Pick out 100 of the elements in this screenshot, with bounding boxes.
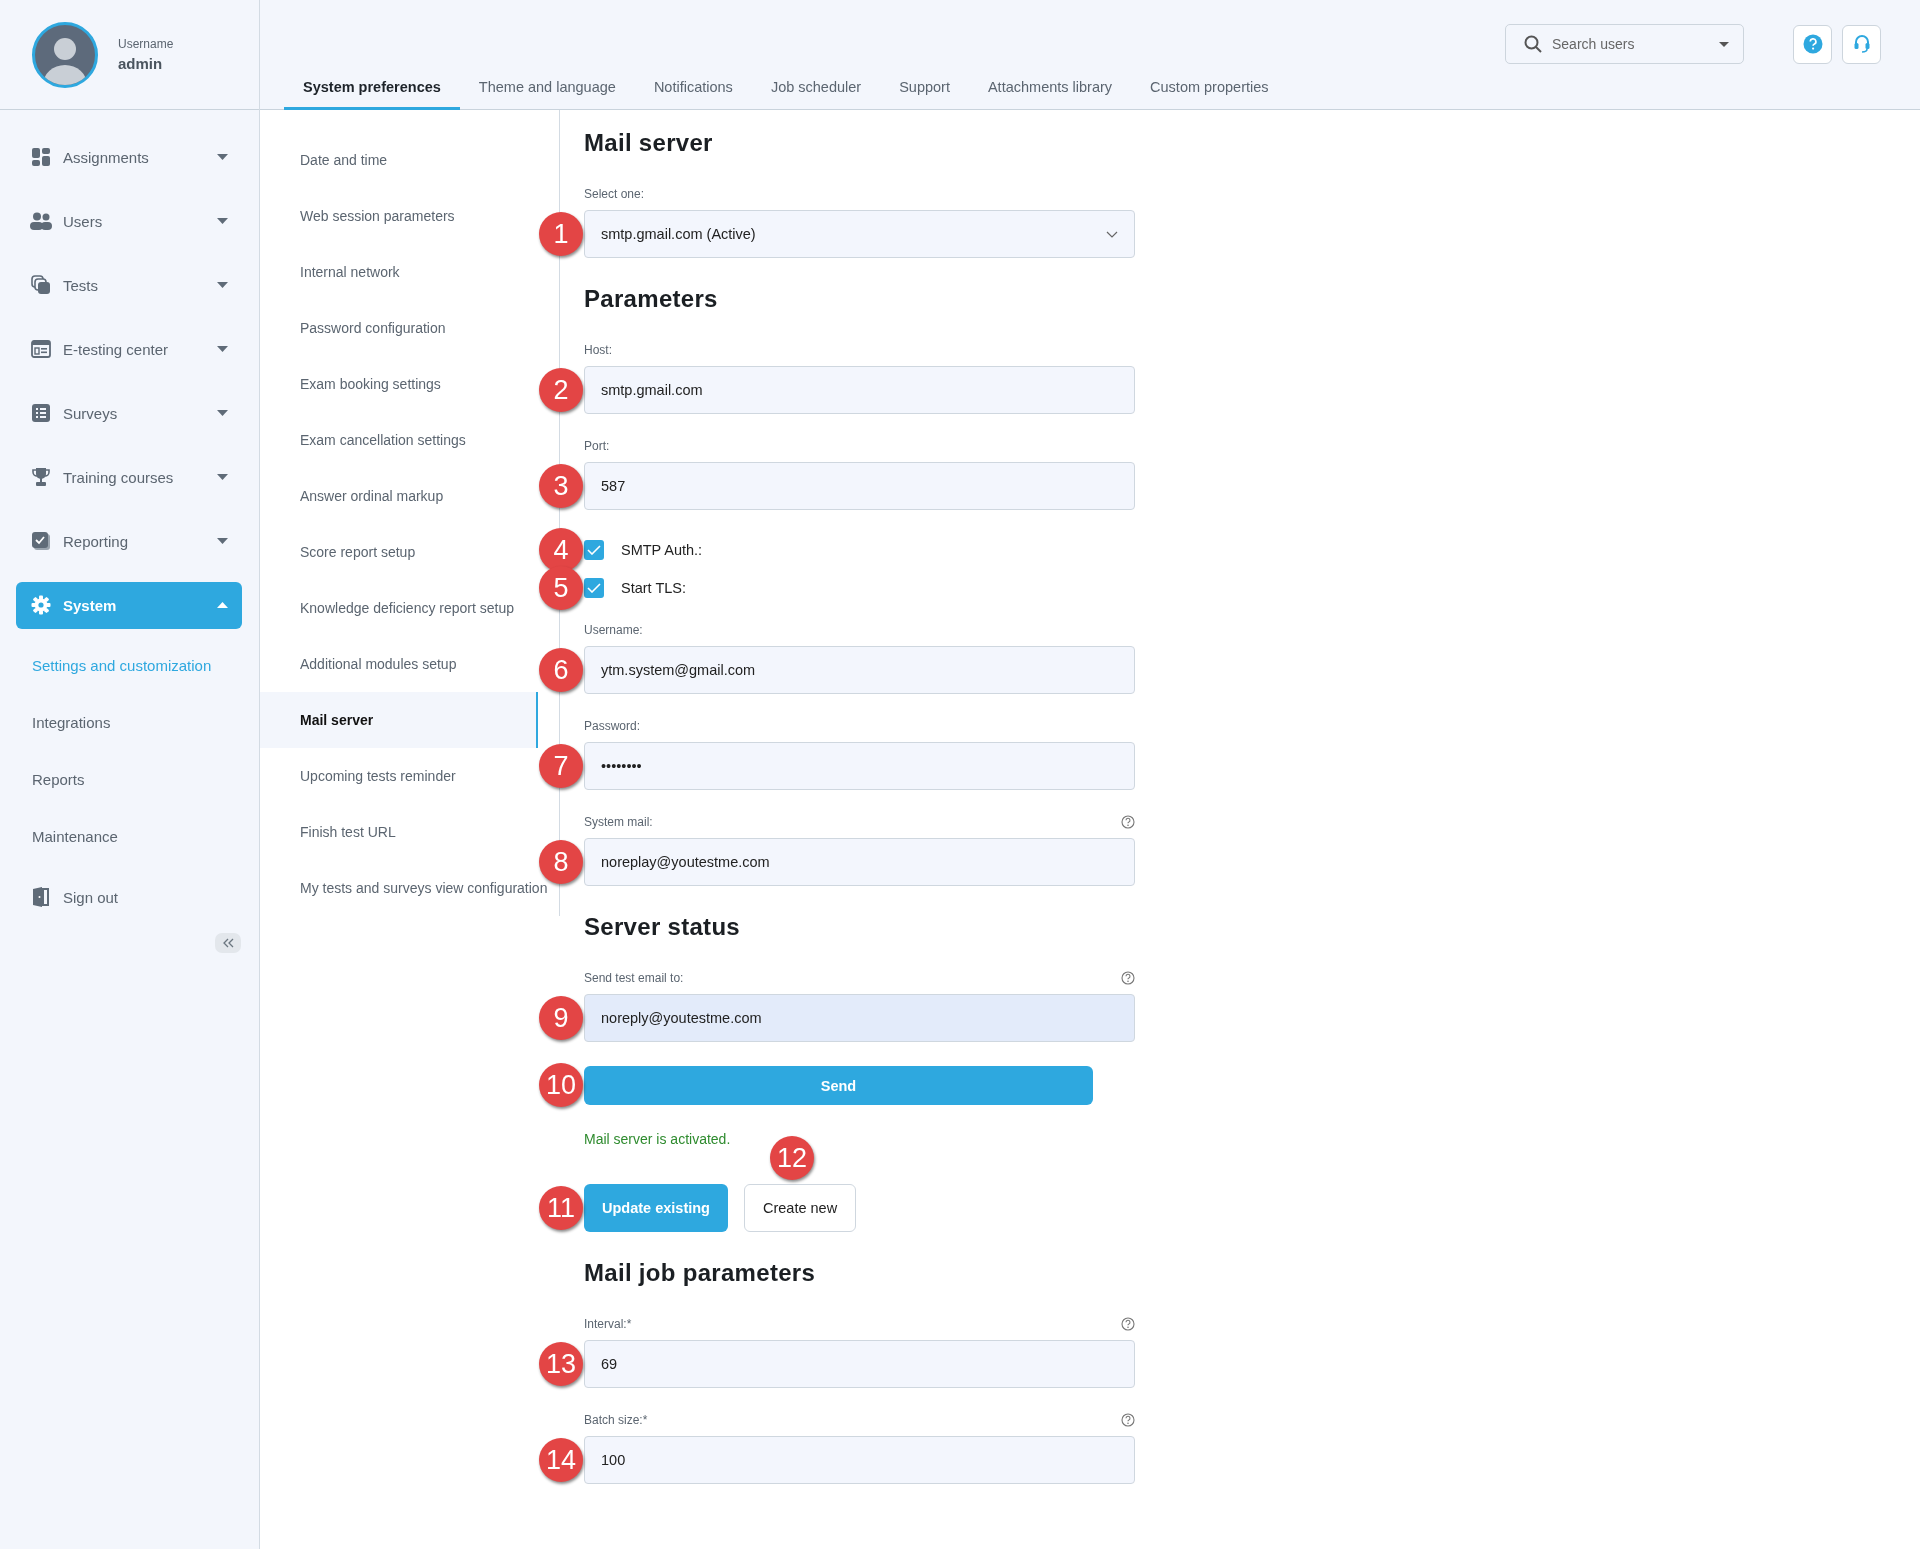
nav-item[interactable]: Tests [16, 261, 242, 309]
input-field[interactable]: •••••••• [584, 742, 1135, 790]
input-field[interactable]: 587 [584, 462, 1135, 510]
field-label: Interval:* [584, 1317, 632, 1331]
chevron-down-icon [1106, 230, 1118, 238]
field-label: System mail: [584, 815, 653, 829]
support-button[interactable] [1842, 24, 1881, 64]
annotation-badge: 14 [539, 1438, 583, 1482]
annotation-badge: 11 [539, 1186, 583, 1230]
help-button[interactable] [1793, 24, 1832, 64]
annotation-badge: 9 [539, 996, 583, 1040]
tab[interactable]: Job scheduler [751, 66, 881, 110]
sign-out-link[interactable]: Sign out [16, 873, 242, 921]
annotation-badge: 7 [539, 744, 583, 788]
settings-menu-item[interactable]: Mail server [260, 692, 538, 748]
annotation-badge: 8 [539, 840, 583, 884]
checkmark-icon [587, 583, 601, 593]
settings-menu-item[interactable]: Exam booking settings [260, 356, 538, 412]
tab[interactable]: Attachments library [968, 66, 1132, 110]
input-field[interactable]: ytm.system@gmail.com [584, 646, 1135, 694]
checkbox-label: Start TLS: [621, 580, 686, 596]
settings-menu-item[interactable]: Web session parameters [260, 188, 538, 244]
tab[interactable]: Support [880, 66, 969, 110]
input-field[interactable]: 100 [584, 1436, 1135, 1484]
nav-item[interactable]: Assignments [16, 133, 242, 181]
caret-down-icon [217, 474, 228, 480]
annotation-badge: 3 [539, 464, 583, 508]
dashboard-icon [31, 147, 51, 167]
field-label: Batch size:* [584, 1413, 648, 1427]
settings-menu-item[interactable]: Additional modules setup [260, 636, 538, 692]
annotation-badge: 10 [539, 1063, 583, 1107]
settings-menu-item[interactable]: Password configuration [260, 300, 538, 356]
input-field[interactable]: smtp.gmail.com [584, 366, 1135, 414]
settings-icon [31, 595, 51, 615]
tab[interactable]: Notifications [634, 66, 752, 110]
input-field[interactable]: noreplay@youtestme.com [584, 838, 1135, 886]
settings-menu-item[interactable]: Finish test URL [260, 804, 538, 860]
input-field[interactable]: 69 [584, 1340, 1135, 1388]
tab[interactable]: Custom properties [1131, 66, 1288, 110]
caret-down-icon [1719, 41, 1729, 47]
checkbox-label: SMTP Auth.: [621, 542, 703, 558]
search-field[interactable]: Search users [1505, 24, 1744, 64]
section-heading: Mail job parameters [584, 1258, 817, 1288]
caret-down-icon [217, 346, 228, 352]
settings-menu-item[interactable]: Knowledge deficiency report setup [260, 580, 538, 636]
caret-down-icon [217, 218, 228, 224]
settings-menu-item[interactable]: Upcoming tests reminder [260, 748, 538, 804]
settings-menu-item[interactable]: Exam cancellation settings [260, 412, 538, 468]
action-button[interactable]: Create new [743, 1184, 857, 1232]
field-label: Host: [584, 343, 612, 357]
settings-menu-item[interactable]: Date and time [260, 132, 538, 188]
checkbox[interactable] [584, 578, 604, 598]
question-mark-icon [1802, 34, 1823, 54]
annotation-badge: 12 [769, 1136, 814, 1180]
nav-item[interactable]: E-testing center [16, 325, 242, 373]
section-heading: Parameters [584, 284, 719, 314]
nav-item[interactable]: Reporting [16, 517, 242, 565]
checkbox[interactable] [584, 540, 604, 560]
double-chevron-left-icon [222, 938, 234, 948]
caret-down-icon [217, 154, 228, 160]
annotation-badge: 6 [539, 648, 583, 692]
search-icon [1524, 35, 1542, 53]
help-icon[interactable] [1121, 1317, 1135, 1331]
input-field[interactable]: noreply@youtestme.com [584, 994, 1135, 1042]
field-label: Select one: [584, 187, 645, 201]
checked-document-icon [31, 531, 51, 551]
username-label: Username [118, 37, 174, 51]
id-card-icon [31, 340, 51, 358]
caret-up-icon [217, 602, 228, 608]
field-label: Port: [584, 439, 610, 453]
nav-item[interactable]: Surveys [16, 389, 242, 437]
caret-down-icon [217, 282, 228, 288]
help-icon[interactable] [1121, 815, 1135, 829]
tab[interactable]: Theme and language [459, 66, 635, 110]
select-dropdown[interactable]: smtp.gmail.com (Active) [584, 210, 1135, 258]
caret-down-icon [217, 538, 228, 544]
nav-item[interactable]: Users [16, 197, 242, 245]
tab[interactable]: System preferences [284, 66, 460, 110]
field-label: Username: [584, 623, 643, 637]
settings-menu-item[interactable]: Score report setup [260, 524, 538, 580]
users-icon [30, 212, 52, 230]
annotation-badge: 13 [539, 1342, 583, 1386]
nav-subitem[interactable]: Reports [32, 771, 85, 788]
settings-menu-item[interactable]: Answer ordinal markup [260, 468, 538, 524]
list-icon [32, 404, 50, 422]
help-icon[interactable] [1121, 971, 1135, 985]
nav-subitem[interactable]: Integrations [32, 714, 111, 731]
stacked-pages-icon [31, 275, 51, 295]
help-icon[interactable] [1121, 1413, 1135, 1427]
field-label: Password: [584, 719, 641, 733]
nav-subitem[interactable]: Maintenance [32, 828, 118, 845]
section-heading: Server status [584, 912, 741, 942]
annotation-badge: 5 [539, 566, 583, 610]
settings-menu-item[interactable]: Internal network [260, 244, 538, 300]
caret-down-icon [217, 410, 228, 416]
section-heading: Mail server [584, 128, 714, 158]
checkmark-icon [587, 545, 601, 555]
door-icon [32, 887, 50, 907]
nav-item[interactable]: Training courses [16, 453, 242, 501]
collapse-button[interactable] [215, 933, 241, 953]
